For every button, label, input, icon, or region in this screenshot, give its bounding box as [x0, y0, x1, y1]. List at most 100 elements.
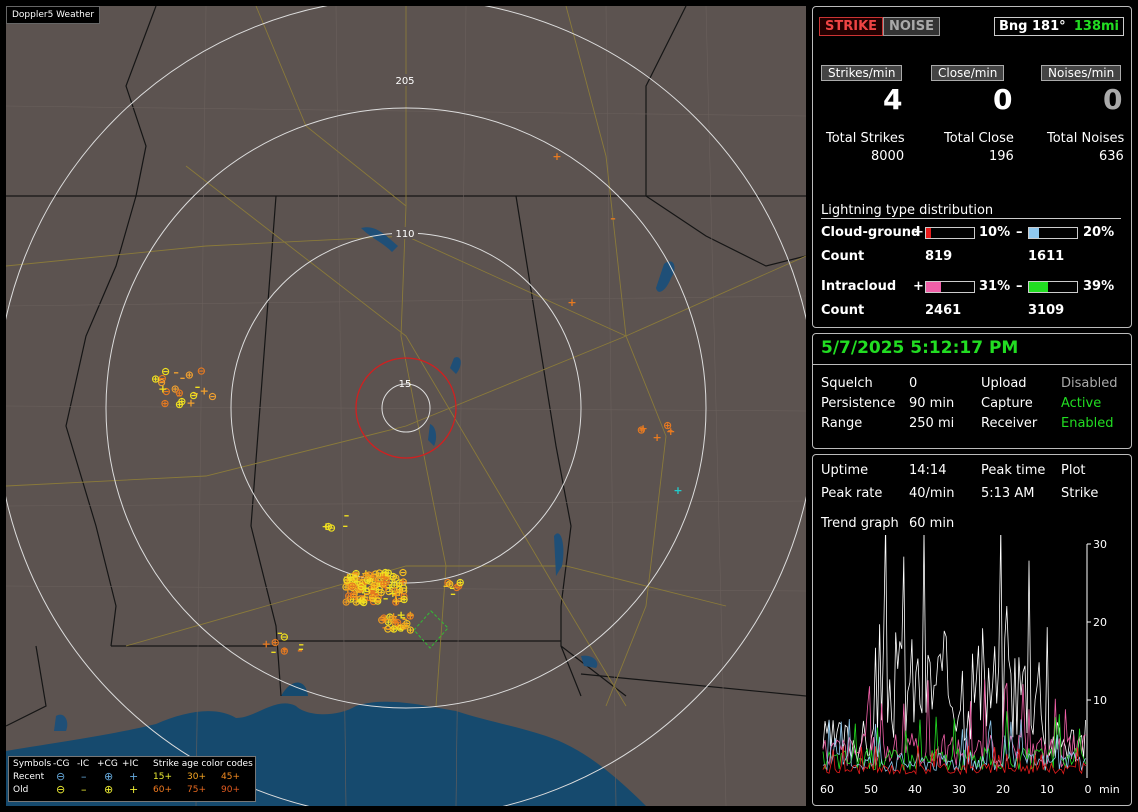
legend-col-pos-cg: +CG	[97, 759, 118, 769]
x-tick-30: 30	[952, 783, 966, 796]
status-panel: 5/7/2025 5:12:17 PM Squelch 0 Persistenc…	[812, 333, 1132, 449]
trend-series-line	[822, 535, 1086, 762]
strike-marker: –	[297, 644, 303, 657]
x-tick-10: 10	[1040, 783, 1054, 796]
strikes-min-label[interactable]: Strikes/min	[821, 65, 903, 81]
noise-button[interactable]: NOISE	[883, 17, 941, 36]
legend-recent-neg-ic-icon: –	[81, 770, 87, 783]
ic-negative-pct: 39%	[1083, 279, 1115, 294]
y-tick-10: 10	[1093, 694, 1107, 707]
ic-negative-count: 3109	[1028, 303, 1065, 318]
strike-marker: +	[346, 571, 355, 584]
lightning-map[interactable]: 205 110 15 ⊕ – – ⊕ ⊖ – ⊕ ⊖ ⊕ – – ⊕ + ⊕ + ⊖ ⊖ ⊕ – + ⊖ + ⊖ – ⊖ ⊖ + – ⊕…	[6, 6, 806, 806]
persistence-value: 90 min	[909, 396, 955, 411]
close-min-label[interactable]: Close/min	[931, 65, 1005, 81]
peak-time-label: Peak time	[981, 463, 1046, 478]
strike-marker: ⊕	[160, 397, 169, 410]
strike-marker: ⊖	[197, 364, 206, 377]
strike-marker: –	[195, 381, 201, 394]
cg-count-label: Count	[821, 249, 865, 264]
bearing-distance: 138mi	[1073, 19, 1119, 34]
cg-positive-bar	[925, 227, 975, 239]
storm-outline	[413, 610, 449, 649]
strike-marker: ⊕	[185, 369, 194, 382]
cg-plus-sign: +	[913, 225, 924, 240]
peak-time-value: 5:13 AM	[981, 486, 1035, 501]
peak-rate-label: Peak rate	[821, 486, 883, 501]
capture-label: Capture	[981, 396, 1033, 411]
uptime-value: 14:14	[909, 463, 947, 478]
x-tick-50: 50	[864, 783, 878, 796]
upload-value: Disabled	[1061, 376, 1118, 391]
x-unit: min	[1099, 783, 1120, 796]
receiver-label: Receiver	[981, 416, 1038, 431]
range-label: Range	[821, 416, 863, 431]
strike-button[interactable]: STRIKE	[819, 17, 884, 36]
legend-old-pos-ic-icon: +	[129, 783, 139, 796]
total-noises-value: 636	[1099, 149, 1124, 164]
strike-marker: +	[379, 570, 388, 583]
plot-value: Strike	[1061, 486, 1099, 501]
total-strikes-label: Total Strikes	[826, 131, 905, 146]
x-tick-40: 40	[908, 783, 922, 796]
squelch-value: 0	[909, 376, 918, 391]
range-label-15: 15	[399, 379, 412, 390]
datetime: 5/7/2025 5:12:17 PM	[821, 338, 1019, 358]
bearing-label: Bng 181°	[999, 19, 1066, 34]
strike-marker: +	[381, 613, 390, 626]
trend-graph-label: Trend graph	[821, 516, 899, 531]
strike-marker: +	[361, 581, 370, 594]
ic-positive-bar	[925, 281, 975, 293]
strike-marker: –	[443, 580, 449, 593]
uptime-label: Uptime	[821, 463, 869, 478]
strike-marker: +	[567, 296, 576, 309]
strike-marker: ⊕	[175, 387, 184, 400]
ic-negative-bar	[1028, 281, 1078, 293]
strike-legend: Symbols -CG -IC +CG +IC Strike age color…	[8, 756, 256, 802]
range-labels: 205 110 15	[392, 74, 418, 390]
legend-recent-pos-ic-icon: +	[129, 770, 139, 783]
trend-graph: 30 20 10 60 50 40 30 20 10 0 min	[820, 535, 1120, 796]
cg-negative-bar	[1028, 227, 1078, 239]
strike-marker: ⊕	[151, 373, 160, 386]
cg-positive-pct: 10%	[979, 225, 1011, 240]
ic-minus-sign: –	[1016, 279, 1023, 294]
noises-min-label[interactable]: Noises/min	[1041, 65, 1122, 81]
ic-positive-pct: 31%	[979, 279, 1011, 294]
cloud-ground-label: Cloud-ground	[821, 225, 921, 240]
legend-age-75: 75+	[187, 785, 206, 795]
bearing-readout: Bng 181° 138mi	[994, 17, 1124, 36]
legend-old-neg-cg-icon: ⊖	[56, 783, 66, 796]
trend-panel: Uptime 14:14 Peak time 5:13 AM Plot Stri…	[812, 454, 1132, 806]
upload-label: Upload	[981, 376, 1027, 391]
close-min-value: 0	[993, 83, 1013, 116]
strike-marker: ⊕	[362, 569, 371, 582]
cg-minus-sign: –	[1016, 225, 1023, 240]
strike-marker: –	[271, 645, 277, 658]
legend-age-15: 15+	[153, 772, 172, 782]
strike-marker: ⊕	[344, 590, 353, 603]
strike-marker: ⊕	[280, 645, 289, 658]
strikes-min-value: 4	[883, 83, 903, 116]
y-tick-20: 20	[1093, 616, 1107, 629]
strike-marker: –	[610, 212, 616, 225]
capture-value: Active	[1061, 396, 1102, 411]
trend-graph-value: 60 min	[909, 516, 955, 531]
legend-age-label: Strike age color codes	[153, 759, 253, 769]
distribution-title: Lightning type distribution	[821, 203, 1121, 219]
range-label-205: 205	[395, 76, 414, 87]
legend-recent-label: Recent	[13, 772, 45, 782]
cg-negative-count: 1611	[1028, 249, 1065, 264]
legend-age-60: 60+	[153, 785, 172, 795]
cg-positive-count: 819	[925, 249, 953, 264]
x-tick-60: 60	[820, 783, 834, 796]
legend-col-pos-ic: +IC	[122, 759, 139, 769]
total-noises-label: Total Noises	[1047, 131, 1125, 146]
stats-panel: STRIKE NOISE Bng 181° 138mi Strikes/min …	[812, 6, 1132, 328]
strike-marker: ⊖	[398, 566, 407, 579]
y-tick-30: 30	[1093, 538, 1107, 551]
strike-marker: +	[262, 638, 271, 651]
x-tick-20: 20	[996, 783, 1010, 796]
range-value: 250 mi	[909, 416, 955, 431]
legend-age-30: 30+	[187, 772, 206, 782]
